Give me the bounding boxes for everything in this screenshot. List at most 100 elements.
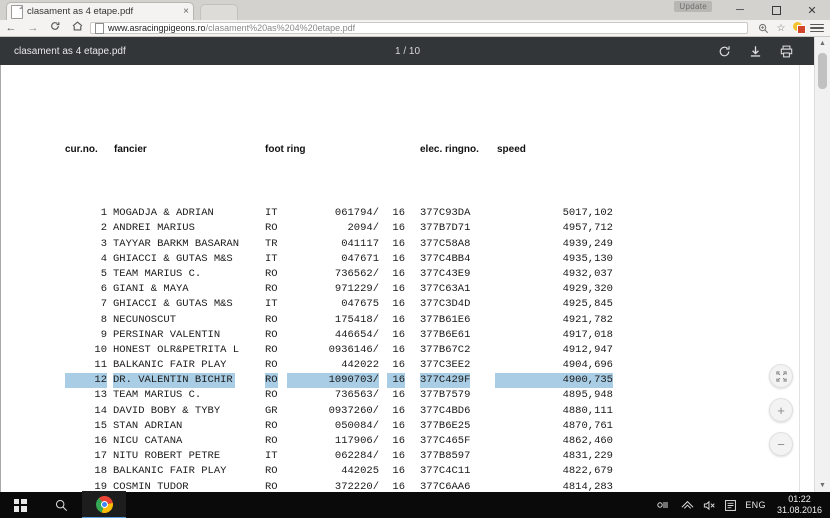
column-header-fancier: fancier xyxy=(114,143,147,155)
document-icon xyxy=(95,22,104,34)
language-indicator[interactable]: ENG xyxy=(745,500,766,510)
action-center-icon[interactable] xyxy=(725,499,737,511)
update-badge[interactable]: Update xyxy=(674,1,712,12)
rotate-icon[interactable] xyxy=(718,45,731,58)
cell-country: RO xyxy=(265,435,278,448)
table-row[interactable]: 9 PERSINAR VALENTIN RO 446654/16 377B6E61 491… xyxy=(65,328,613,343)
zoom-out-button[interactable]: − xyxy=(769,432,793,456)
cell-year: 16 xyxy=(392,465,405,478)
home-button[interactable] xyxy=(66,20,88,36)
cell-foot-ring: 442025 xyxy=(341,465,379,478)
cell-cur-no: 15 xyxy=(94,419,107,432)
address-bar[interactable]: www.asracingpigeons.ro/clasament%20as%20… xyxy=(90,22,748,34)
cell-elec-ringno: 377C63A1 xyxy=(420,283,471,296)
table-row[interactable]: 7 GHIACCI & GUTAS M&S IT 047675 16 377C3D4D 49… xyxy=(65,297,613,312)
fit-to-page-button[interactable] xyxy=(769,364,793,388)
table-row[interactable]: 8 NECUNOSCUT RO 175418/16 377B61E6 4921,782 xyxy=(65,313,613,328)
cell-fancier: NITU ROBERT PETRE xyxy=(113,450,221,463)
cell-elec-ringno: 377C43E9 xyxy=(420,267,471,280)
zoom-in-button[interactable]: + xyxy=(769,398,793,422)
start-button[interactable] xyxy=(0,492,40,518)
close-button[interactable]: ✕ xyxy=(794,0,830,20)
table-row[interactable]: 3 TAYYAR BARKM BASARAN TR 041117 16 377C58A8 4… xyxy=(65,237,613,252)
cell-foot-ring: 061794/ xyxy=(334,207,379,220)
tab-clasament-pdf[interactable]: clasament as 4 etape.pdf × xyxy=(6,2,194,20)
tab-title: clasament as 4 etape.pdf xyxy=(27,5,134,17)
tray-overflow-icon[interactable] xyxy=(654,500,672,510)
scroll-up-arrow-icon[interactable]: ▲ xyxy=(815,37,830,50)
minimize-button[interactable]: ─ xyxy=(722,0,758,20)
cell-cur-no: 1 xyxy=(100,207,107,220)
taskbar-search-button[interactable] xyxy=(40,492,82,518)
table-row[interactable]: 2 ANDREI MARIUS RO 2094/16 377B7D71 4957,712 xyxy=(65,221,613,236)
chrome-menu-button[interactable] xyxy=(808,20,826,36)
cell-fancier: NICU CATANA xyxy=(113,435,183,448)
table-row[interactable]: 16 NICU CATANA RO 117906/16 377C465F 4862,460 xyxy=(65,434,613,449)
scrollbar-thumb[interactable] xyxy=(818,53,827,89)
cell-foot-ring: 736563/ xyxy=(334,389,379,402)
table-row[interactable]: 13 TEAM MARIUS C. RO 736563/16 377B7579 4895,… xyxy=(65,388,613,403)
network-icon[interactable] xyxy=(681,500,694,510)
cell-cur-no: 18 xyxy=(94,465,107,478)
cell-foot-ring: 117906/ xyxy=(334,435,379,448)
zoom-indicator-icon[interactable] xyxy=(754,20,772,36)
url-path: /clasament%20as%204%20etape.pdf xyxy=(205,22,356,33)
table-row[interactable]: 5 TEAM MARIUS C. RO 736562/16 377C43E9 4932,0… xyxy=(65,267,613,282)
cell-speed: 4880,111 xyxy=(562,404,613,417)
cell-fancier: ANDREI MARIUS xyxy=(113,222,195,235)
table-row[interactable]: 12 DR. VALENTIN BICHIR RO 1090703/16 377C429… xyxy=(65,373,613,389)
search-icon xyxy=(55,499,67,511)
cell-country: GR xyxy=(265,404,278,417)
maximize-button[interactable] xyxy=(758,0,794,20)
cell-fancier: NECUNOSCUT xyxy=(113,313,177,326)
results-table: cur.no. fancier foot ring elec. ringno. … xyxy=(65,96,613,492)
cell-speed: 4862,460 xyxy=(562,435,613,448)
cell-foot-ring: 0937260/ xyxy=(328,404,379,417)
new-tab-button[interactable] xyxy=(200,4,238,21)
table-row[interactable]: 18 BALKANIC FAIR PLAY RO 442025 16 377C4C11 48… xyxy=(65,464,613,479)
bookmark-star-icon[interactable]: ☆ xyxy=(772,20,790,36)
table-row[interactable]: 14 DAVID BOBY & TYBY GR 0937260/16 377C4BD6 4… xyxy=(65,404,613,419)
vertical-scrollbar[interactable]: ▲ ▼ xyxy=(814,37,830,492)
cell-speed: 4895,948 xyxy=(562,389,613,402)
taskbar-clock[interactable]: 01:22 31.08.2016 xyxy=(775,494,822,516)
table-row[interactable]: 10 HONEST OLR&PETRITA L RO 0936146/16 377B67… xyxy=(65,343,613,358)
tab-close-icon[interactable]: × xyxy=(183,6,189,17)
table-row[interactable]: 11 BALKANIC FAIR PLAY RO 442022 16 377C3EE2 49… xyxy=(65,358,613,373)
cell-elec-ringno: 377B7D71 xyxy=(420,222,471,235)
cell-country: RO xyxy=(265,359,278,372)
cell-country: TR xyxy=(265,237,278,250)
reload-button[interactable] xyxy=(44,20,66,36)
scroll-down-arrow-icon[interactable]: ▼ xyxy=(815,479,830,492)
cell-foot-ring: 047671 xyxy=(341,252,379,265)
cell-elec-ringno: 377B61E6 xyxy=(420,313,471,326)
table-row[interactable]: 4 GHIACCI & GUTAS M&S IT 047671 16 377C4BB4 49… xyxy=(65,252,613,267)
table-row[interactable]: 6 GIANI & MAYA RO 971229/16 377C63A1 4929,320 xyxy=(65,282,613,297)
cell-country: RO xyxy=(265,222,278,235)
table-row[interactable]: 1 MOGADJA & ADRIAN IT 061794/16 377C93DA 5017… xyxy=(65,206,613,221)
cell-elec-ringno: 377C429F xyxy=(420,373,471,389)
cell-speed: 5017,102 xyxy=(562,207,613,220)
cell-foot-ring: 1090703/ xyxy=(287,373,379,389)
download-icon[interactable] xyxy=(749,45,762,58)
volume-muted-icon[interactable] xyxy=(703,500,716,511)
print-icon[interactable] xyxy=(780,45,793,58)
cell-year: 16 xyxy=(392,328,405,341)
table-row[interactable]: 17 NITU ROBERT PETRE IT 062284/16 377B8597 48… xyxy=(65,449,613,464)
forward-button[interactable]: → xyxy=(22,20,44,36)
back-button[interactable]: ← xyxy=(0,20,22,36)
cell-fancier: STAN ADRIAN xyxy=(113,419,183,432)
cell-year: 16 xyxy=(387,373,405,389)
cell-country: RO xyxy=(265,313,278,326)
cell-cur-no: 2 xyxy=(100,222,107,235)
cell-cur-no: 12 xyxy=(65,373,107,389)
cell-cur-no: 5 xyxy=(100,267,107,280)
extension-icon[interactable] xyxy=(790,20,808,36)
taskbar-chrome-button[interactable] xyxy=(82,491,126,518)
cell-fancier: DAVID BOBY & TYBY xyxy=(113,404,221,417)
cell-year: 16 xyxy=(392,404,405,417)
tab-strip: clasament as 4 etape.pdf × Update ─ ✕ xyxy=(0,0,830,21)
cell-speed: 4900,735 xyxy=(495,373,613,389)
table-row[interactable]: 15 STAN ADRIAN RO 050084/16 377B6E25 4870,761 xyxy=(65,419,613,434)
cell-speed: 4932,037 xyxy=(562,267,613,280)
